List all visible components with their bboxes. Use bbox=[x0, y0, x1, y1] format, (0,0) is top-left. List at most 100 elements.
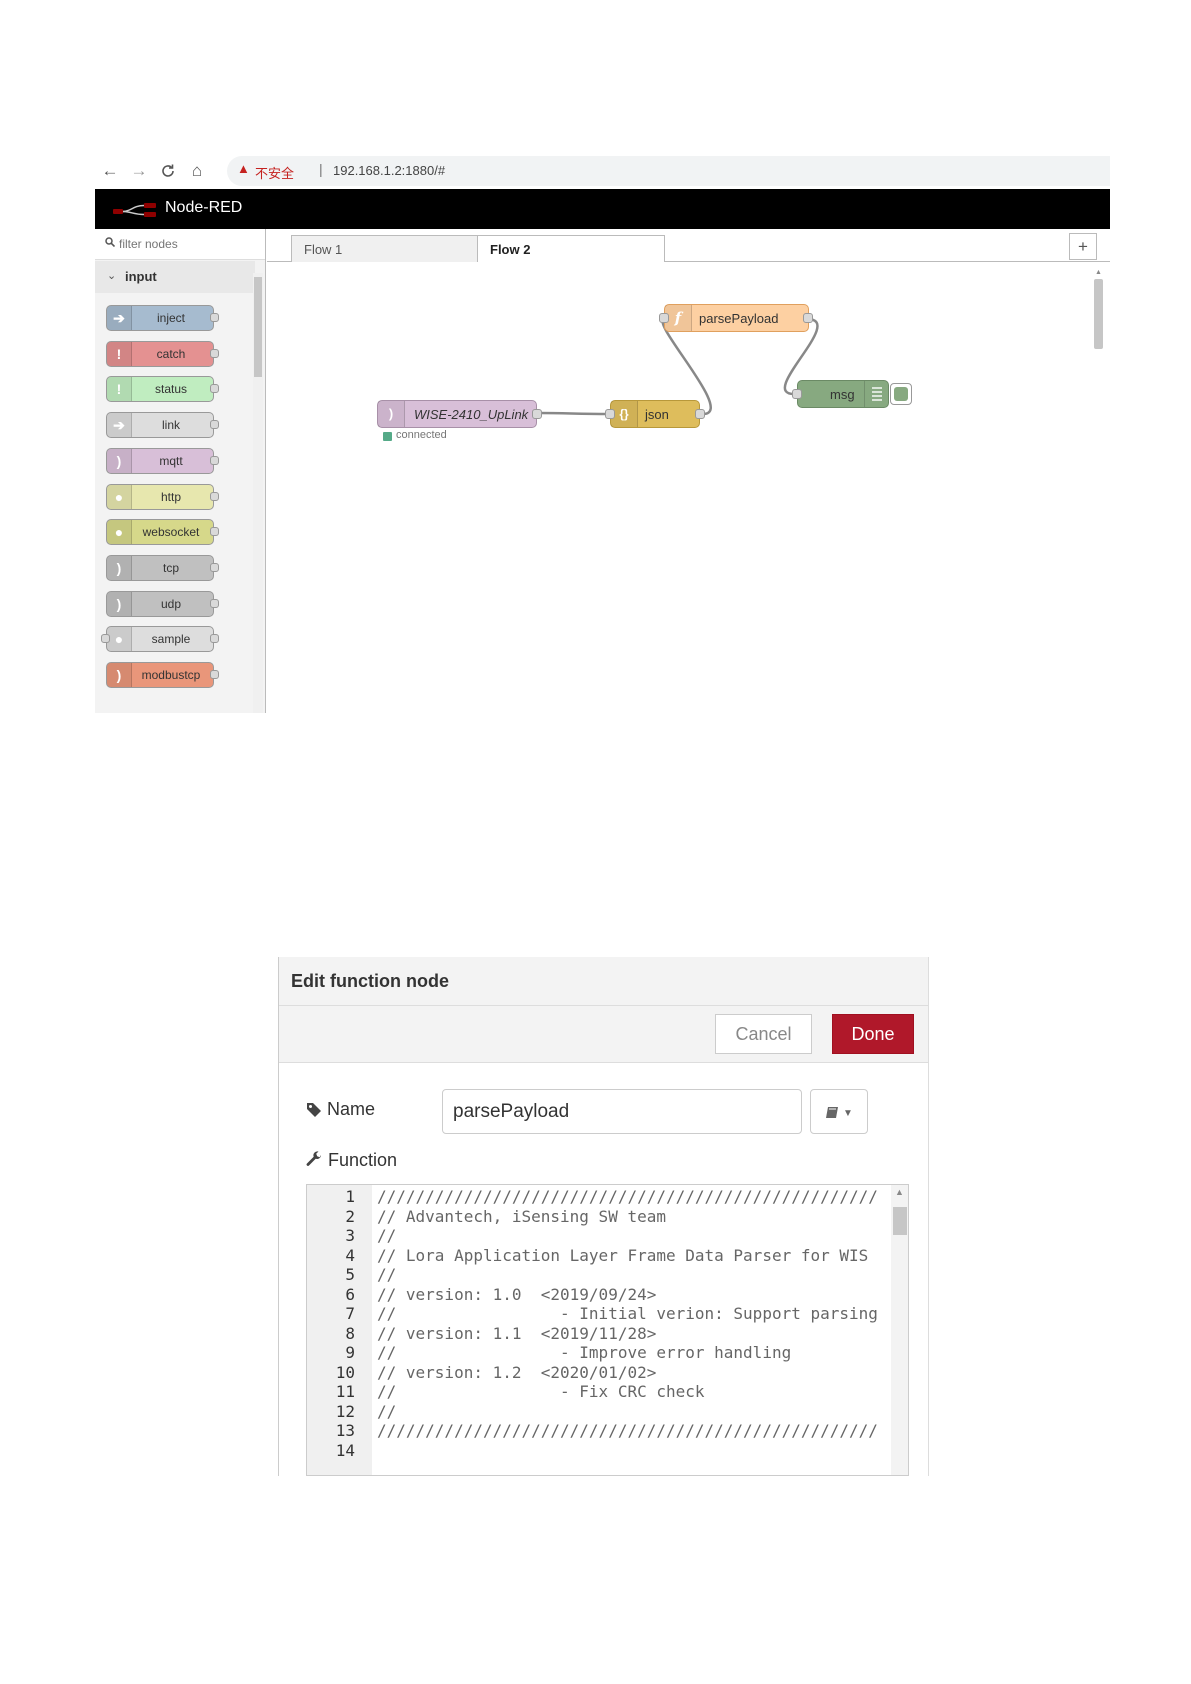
reload-icon[interactable] bbox=[157, 160, 179, 182]
palette-node-icon: ! bbox=[107, 377, 132, 402]
palette-node-icon: ! bbox=[107, 341, 132, 366]
input-port[interactable] bbox=[101, 634, 110, 644]
code-line: // Advantech, iSensing SW team bbox=[377, 1206, 666, 1226]
output-port[interactable] bbox=[695, 409, 705, 419]
name-label: Name bbox=[327, 1099, 376, 1119]
palette-node-icon: ● bbox=[107, 627, 132, 652]
code-line: // bbox=[377, 1401, 397, 1421]
palette-node-http[interactable]: ● http bbox=[106, 483, 214, 510]
name-input[interactable] bbox=[442, 1089, 802, 1134]
tab-flow-1[interactable]: Flow 1 bbox=[291, 235, 479, 262]
add-flow-button[interactable]: + bbox=[1069, 233, 1097, 260]
code-line: // version: 1.2 <2020/01/02> bbox=[377, 1362, 657, 1382]
address-bar[interactable]: ▲ 不安全 | 192.168.1.2:1880/# bbox=[227, 156, 1110, 186]
palette-node-modbustcp[interactable]: ) modbustcp bbox=[106, 662, 214, 688]
palette-node-label: modbustcp bbox=[141, 668, 201, 682]
code-line: // version: 1.0 <2019/09/24> bbox=[377, 1284, 657, 1304]
code-line: // - Improve error handling bbox=[377, 1343, 792, 1362]
tag-icon bbox=[306, 1102, 322, 1123]
palette-node-icon: ● bbox=[107, 484, 132, 509]
output-port[interactable] bbox=[210, 491, 219, 501]
palette-node-label: http bbox=[160, 489, 181, 504]
scroll-up-icon[interactable]: ▲ bbox=[895, 1187, 904, 1197]
palette-scroll-thumb[interactable] bbox=[254, 277, 262, 377]
palette-node-sample[interactable]: ● sample bbox=[106, 626, 214, 653]
output-port[interactable] bbox=[210, 348, 219, 358]
output-port[interactable] bbox=[210, 527, 219, 537]
palette-scrollbar[interactable] bbox=[253, 273, 263, 713]
palette-node-label: mqtt bbox=[159, 453, 183, 468]
cancel-button[interactable]: Cancel bbox=[715, 1014, 812, 1054]
palette-node-icon: ● bbox=[107, 520, 132, 545]
editor-scrollbar[interactable]: ▲ bbox=[891, 1185, 908, 1475]
code-editor[interactable]: 1 2 3 4 5 6 7 8 9 10 11 12 13 14 ////////////////////… bbox=[306, 1184, 909, 1476]
debug-msg-node[interactable]: msg bbox=[792, 380, 912, 408]
output-port[interactable] bbox=[210, 384, 219, 394]
code-line: // bbox=[377, 1226, 397, 1245]
insecure-label: 不安全 bbox=[255, 166, 295, 181]
node-palette: ⌄ input ➔inject!catch!status➔link)mqtt●h… bbox=[95, 229, 266, 713]
flow-workspace: Flow 1 Flow 2 + f parsePayload msg) WIS… bbox=[267, 229, 1110, 713]
palette-node-tcp[interactable]: ) tcp bbox=[106, 554, 214, 581]
status-dot bbox=[383, 432, 392, 441]
output-port[interactable] bbox=[210, 313, 219, 322]
palette-node-icon: ) bbox=[107, 555, 132, 580]
browser-toolbar: ← → ⌂ ▲ 不安全 | 192.168.1.2:1880/# bbox=[95, 153, 1110, 189]
back-icon[interactable]: ← bbox=[99, 160, 121, 182]
palette-node-udp[interactable]: ) udp bbox=[106, 590, 214, 617]
output-port[interactable] bbox=[210, 634, 219, 644]
code-area[interactable]: ////////////////////////////////////////… bbox=[307, 1185, 891, 1475]
debug-list-icon bbox=[864, 381, 889, 407]
parse-payload-node[interactable]: f parsePayload bbox=[659, 304, 813, 332]
palette-node-inject[interactable]: ➔ inject bbox=[106, 305, 214, 331]
tab-flow-2[interactable]: Flow 2 bbox=[477, 235, 665, 263]
function-icon: f bbox=[665, 305, 692, 331]
input-port[interactable] bbox=[792, 389, 802, 399]
output-port[interactable] bbox=[210, 420, 219, 430]
url-text[interactable]: 192.168.1.2:1880/# bbox=[333, 163, 445, 178]
tab-label: Flow 2 bbox=[490, 242, 531, 257]
output-port[interactable] bbox=[210, 455, 219, 465]
home-icon[interactable]: ⌂ bbox=[186, 160, 208, 182]
editor-scroll-thumb[interactable] bbox=[893, 1207, 907, 1235]
palette-node-link[interactable]: ➔ link bbox=[106, 412, 214, 439]
app-title: Node-RED bbox=[165, 199, 243, 216]
input-port[interactable] bbox=[659, 313, 669, 323]
code-line: // - Fix CRC check bbox=[377, 1382, 705, 1401]
node-label: json bbox=[645, 407, 669, 422]
node-label: parsePayload bbox=[699, 311, 779, 326]
output-port[interactable] bbox=[210, 670, 219, 679]
palette-node-websocket[interactable]: ● websocket bbox=[106, 519, 214, 546]
palette-node-catch[interactable]: ! catch bbox=[106, 340, 214, 367]
library-button[interactable]: ▼ bbox=[810, 1089, 868, 1134]
palette-node-label: inject bbox=[156, 311, 185, 325]
palette-node-label: tcp bbox=[162, 560, 179, 575]
input-port[interactable] bbox=[605, 409, 615, 419]
forward-icon[interactable]: → bbox=[128, 160, 150, 182]
palette-node-icon: ) bbox=[107, 663, 132, 687]
node-red-screenshot: ← → ⌂ ▲ 不安全 | 192.168.1.2:1880/# Node-RE… bbox=[95, 153, 1110, 713]
palette-node-mqtt[interactable]: ) mqtt bbox=[106, 447, 214, 474]
output-port[interactable] bbox=[210, 562, 219, 572]
done-button[interactable]: Done bbox=[832, 1014, 914, 1054]
palette-node-label: catch bbox=[156, 346, 186, 361]
output-port[interactable] bbox=[532, 409, 542, 419]
output-port[interactable] bbox=[210, 598, 219, 608]
book-icon bbox=[825, 1103, 843, 1119]
node-red-header: Node-RED bbox=[95, 189, 1110, 229]
palette-node-list: ➔ inject! catch! status ➔ link) mqtt ● http ● webs… bbox=[95, 229, 265, 713]
output-port[interactable] bbox=[803, 313, 813, 323]
dialog-button-bar: Cancel Done bbox=[279, 1006, 928, 1063]
workspace-scroll-thumb[interactable] bbox=[1094, 279, 1103, 349]
palette-node-label: websocket bbox=[142, 525, 200, 540]
dialog-title: Edit function node bbox=[291, 971, 449, 991]
workspace-scrollbar[interactable]: ▲ bbox=[1092, 269, 1106, 713]
palette-node-status[interactable]: ! status bbox=[106, 376, 214, 403]
code-line: // - Initial verion: Support parsing bbox=[377, 1304, 878, 1323]
json-node[interactable]: {} json bbox=[605, 400, 705, 428]
flow-canvas[interactable]: f parsePayload msg ) WISE-2410_UpLink co… bbox=[267, 262, 1110, 713]
node-red-logo-icon bbox=[113, 203, 156, 217]
wise-uplink-node[interactable]: ) WISE-2410_UpLink bbox=[377, 400, 542, 428]
scroll-up-icon[interactable]: ▲ bbox=[1095, 269, 1102, 276]
debug-toggle-button[interactable] bbox=[890, 383, 912, 405]
